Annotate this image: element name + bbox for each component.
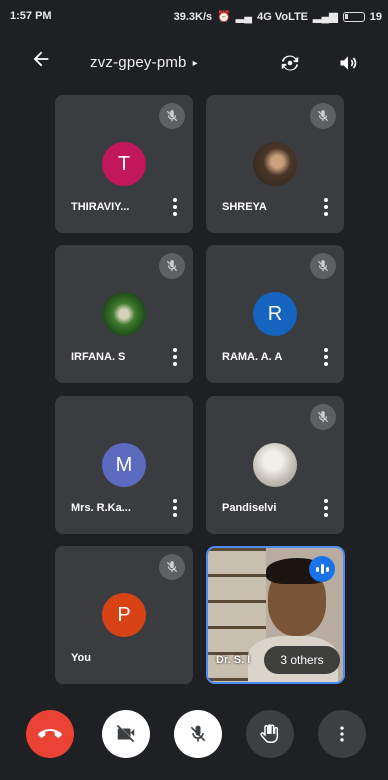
camera-toggle-button[interactable] [102, 710, 150, 758]
mic-off-icon [159, 554, 185, 580]
participant-tile-self[interactable]: P You [55, 546, 193, 684]
end-call-icon [38, 729, 62, 738]
avatar-photo [102, 292, 146, 336]
participant-tile[interactable]: R RAMA. A. A [206, 245, 344, 383]
back-button[interactable] [30, 48, 60, 78]
avatar-photo [253, 142, 297, 186]
speaking-indicator-icon [309, 556, 335, 582]
status-indicators: 39.3K/s ⏰ ▂▄ 4G VoLTE ▂▄▆ 19 [173, 10, 382, 24]
participant-name: SHREYA [222, 201, 267, 213]
participant-tile[interactable]: M Mrs. R.Ka... [55, 396, 193, 534]
video-off-icon [116, 724, 135, 743]
status-bar: 1:57 PM 39.3K/s ⏰ ▂▄ 4G VoLTE ▂▄▆ 19 [0, 0, 388, 34]
switch-camera-icon [281, 55, 299, 71]
more-options-button[interactable] [318, 710, 366, 758]
avatar: M [102, 443, 146, 487]
participant-name: Pandiselvi [222, 502, 277, 514]
participant-tile[interactable]: T THIRAVIY... [55, 95, 193, 233]
speaker-name: Dr. S. I [216, 654, 251, 666]
switch-camera-button[interactable] [276, 49, 304, 77]
participant-name: IRFANA. S [71, 351, 126, 363]
speaker-icon [340, 56, 357, 70]
mic-off-icon [310, 404, 336, 430]
more-options-icon[interactable] [318, 347, 334, 367]
mic-off-icon [190, 725, 206, 742]
battery-icon [342, 11, 365, 22]
more-options-icon[interactable] [318, 197, 334, 217]
participant-name: Mrs. R.Ka... [71, 502, 131, 514]
call-controls [0, 704, 388, 764]
avatar: T [102, 142, 146, 186]
raise-hand-button[interactable] [246, 710, 294, 758]
participant-tile[interactable]: Pandiselvi [206, 396, 344, 534]
more-options-icon[interactable] [167, 498, 183, 518]
participant-name: RAMA. A. A [222, 351, 283, 363]
active-speaker-tile[interactable]: Dr. S. I 3 others [206, 546, 345, 684]
meeting-code-button[interactable]: zvz-gpey-pmb ▸ [90, 54, 198, 71]
participant-tile[interactable]: SHREYA [206, 95, 344, 233]
participant-name: You [71, 652, 91, 664]
alarm-icon: ⏰ [217, 11, 231, 23]
speaker-button[interactable] [334, 49, 362, 77]
participant-name: THIRAVIY... [71, 201, 130, 213]
mic-toggle-button[interactable] [174, 710, 222, 758]
carrier-label: 4G VoLTE [257, 10, 309, 23]
network-speed: 39.3K/s [173, 10, 213, 23]
avatar-initial: P [117, 603, 131, 626]
avatar-initial: T [117, 152, 131, 175]
mic-off-icon [310, 103, 336, 129]
status-time: 1:57 PM [10, 10, 52, 22]
more-options-icon[interactable] [167, 197, 183, 217]
more-vert-icon [340, 726, 344, 742]
end-call-button[interactable] [26, 710, 74, 758]
avatar: R [253, 292, 297, 336]
caret-right-icon: ▸ [192, 58, 198, 69]
more-options-icon[interactable] [318, 498, 334, 518]
signal-icon: ▂▄ [235, 11, 253, 23]
mic-off-icon [159, 253, 185, 279]
avatar-initial: R [267, 302, 283, 325]
mic-off-icon [159, 103, 185, 129]
avatar: P [102, 593, 146, 637]
more-options-icon[interactable] [167, 347, 183, 367]
avatar-photo [253, 443, 297, 487]
avatar-initial: M [115, 453, 133, 476]
meeting-code: zvz-gpey-pmb [90, 54, 187, 71]
others-chip[interactable]: 3 others [264, 646, 340, 674]
participant-tile[interactable]: IRFANA. S [55, 245, 193, 383]
battery-percent: 19 [369, 10, 382, 23]
signal-strength-icon: ▂▄▆ [313, 11, 338, 23]
mic-off-icon [310, 253, 336, 279]
arrow-back-icon [33, 51, 49, 67]
raise-hand-icon [260, 724, 279, 743]
meeting-header: zvz-gpey-pmb ▸ [0, 42, 388, 82]
